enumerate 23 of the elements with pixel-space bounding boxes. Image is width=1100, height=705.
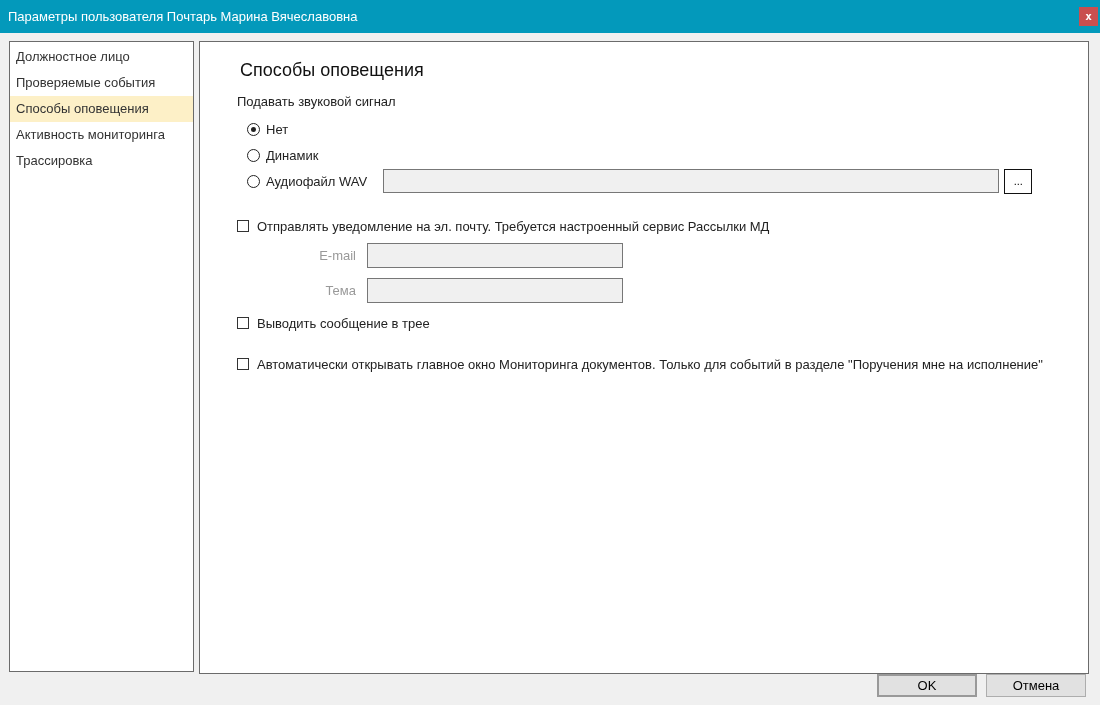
sidebar-item[interactable]: Способы оповещения [10, 96, 193, 122]
checkbox[interactable] [237, 358, 249, 370]
close-button[interactable]: x [1079, 7, 1098, 26]
radio-label: Динамик [266, 147, 319, 163]
sidebar-item[interactable]: Трассировка [10, 148, 193, 174]
field-label: E-mail [318, 247, 356, 263]
sidebar-item[interactable]: Активность мониторинга [10, 122, 193, 148]
window-title: Параметры пользователя Почтарь Марина Вячеславовна [8, 9, 358, 24]
checkbox[interactable] [237, 317, 249, 329]
sound-label: Подавать звуковой сигнал [237, 94, 397, 109]
radio-label: Аудиофайл WAV [266, 173, 368, 189]
dialog-button[interactable]: Отмена [986, 674, 1086, 697]
checkbox-label: Отправлять уведомление на эл. почту. Требуется настроенный сервис Рассылки МД [257, 218, 770, 234]
checkbox[interactable] [237, 220, 249, 232]
browse-button[interactable]: ... [1004, 168, 1033, 194]
dialog-button[interactable]: OK [877, 674, 977, 697]
sidebar-item[interactable]: Проверяемые события [10, 70, 193, 96]
checkbox-label: Выводить сообщение в трее [257, 315, 430, 331]
checkbox-label: Автоматически открывать главное окно Мониторинга документов. Только для событий в разделе "Поручения мне на исполнение" [257, 356, 1043, 372]
section-heading: Способы оповещения [240, 60, 425, 81]
radio-label: Нет [266, 121, 289, 137]
sidebar-item[interactable]: Должностное лицо [10, 44, 193, 70]
field-label: Тема [324, 282, 356, 298]
